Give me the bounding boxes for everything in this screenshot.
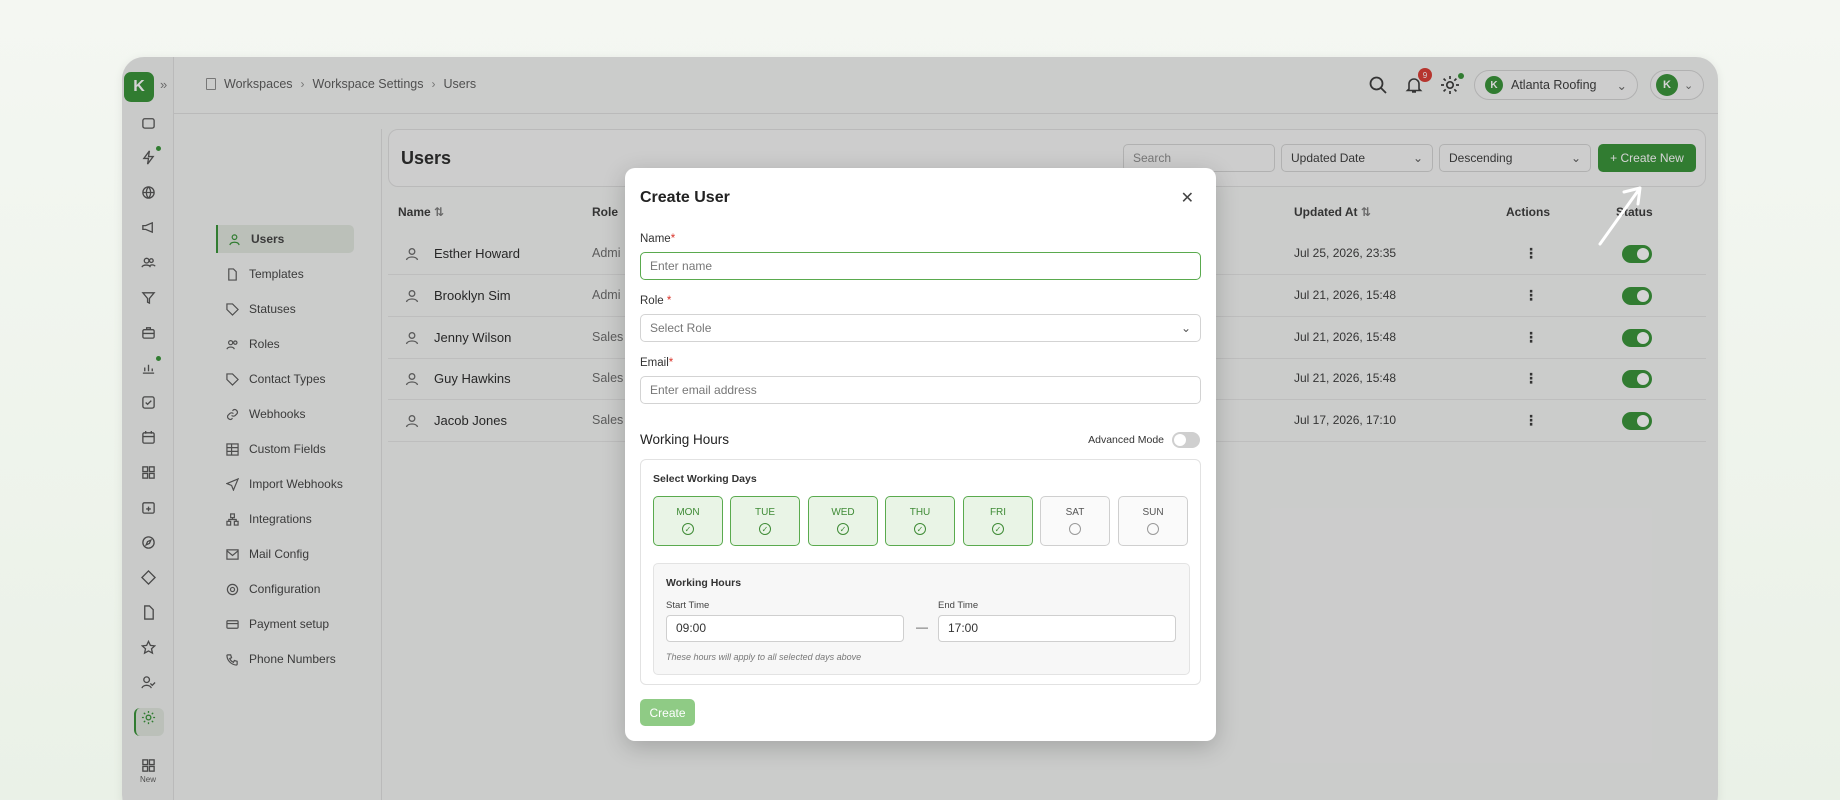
empty-circle-icon — [1147, 523, 1159, 535]
day-label: THU — [909, 507, 931, 518]
start-time-input[interactable]: 09:00 — [666, 615, 904, 642]
role-placeholder: Select Role — [650, 321, 712, 335]
working-days-box: Select Working Days MON ✓ TUE ✓ WED ✓ THU ✓ … — [640, 459, 1201, 685]
advanced-mode: Advanced Mode — [1088, 432, 1200, 448]
check-icon: ✓ — [992, 523, 1004, 535]
check-icon: ✓ — [759, 523, 771, 535]
email-label: Email* — [640, 357, 673, 369]
day-label: SAT — [1065, 507, 1085, 518]
empty-circle-icon — [1069, 523, 1081, 535]
pointer-arrow-icon — [1598, 186, 1642, 246]
required-marker: * — [666, 295, 672, 307]
email-field[interactable]: Enter email address — [640, 376, 1201, 404]
hours-box: Working Hours Start Time 09:00 — End Tim… — [653, 563, 1190, 675]
end-time-label: End Time — [938, 600, 979, 611]
chevron-down-icon: ⌄ — [1180, 321, 1191, 335]
role-label-text: Role — [640, 295, 664, 307]
name-label-text: Name — [640, 233, 671, 245]
end-time-input[interactable]: 17:00 — [938, 615, 1176, 642]
check-icon: ✓ — [914, 523, 926, 535]
advanced-mode-toggle[interactable] — [1172, 432, 1200, 448]
close-icon[interactable]: ✕ — [1181, 188, 1194, 208]
required-marker: * — [670, 233, 676, 245]
required-marker: * — [668, 357, 674, 369]
hours-note: These hours will apply to all selected d… — [666, 652, 862, 662]
role-select[interactable]: Select Role ⌄ — [640, 314, 1201, 342]
day-fri[interactable]: FRI ✓ — [963, 496, 1033, 546]
day-mon[interactable]: MON ✓ — [653, 496, 723, 546]
day-label: WED — [831, 507, 855, 518]
day-thu[interactable]: THU ✓ — [885, 496, 955, 546]
modal-title: Create User — [640, 189, 730, 206]
start-time-label: Start Time — [666, 600, 710, 611]
select-days-label: Select Working Days — [653, 473, 757, 485]
day-sun[interactable]: SUN — [1118, 496, 1188, 546]
name-label: Name* — [640, 233, 675, 245]
email-label-text: Email — [640, 357, 669, 369]
create-button[interactable]: Create — [640, 699, 695, 726]
name-field[interactable]: Enter name — [640, 252, 1201, 280]
check-icon: ✓ — [837, 523, 849, 535]
day-label: TUE — [755, 507, 775, 518]
day-sat[interactable]: SAT — [1040, 496, 1110, 546]
day-label: FRI — [989, 507, 1007, 518]
time-separator: — — [916, 620, 928, 634]
hours-box-title: Working Hours — [666, 577, 742, 589]
day-label: SUN — [1142, 507, 1164, 518]
check-icon: ✓ — [682, 523, 694, 535]
day-wed[interactable]: WED ✓ — [808, 496, 878, 546]
working-hours-title: Working Hours — [640, 432, 730, 447]
advanced-mode-label: Advanced Mode — [1088, 434, 1164, 446]
role-label: Role * — [640, 295, 671, 307]
day-label: MON — [676, 507, 700, 518]
create-user-modal: Create User ✕ Name* Enter name Role * Se… — [625, 168, 1216, 741]
day-tue[interactable]: TUE ✓ — [730, 496, 800, 546]
